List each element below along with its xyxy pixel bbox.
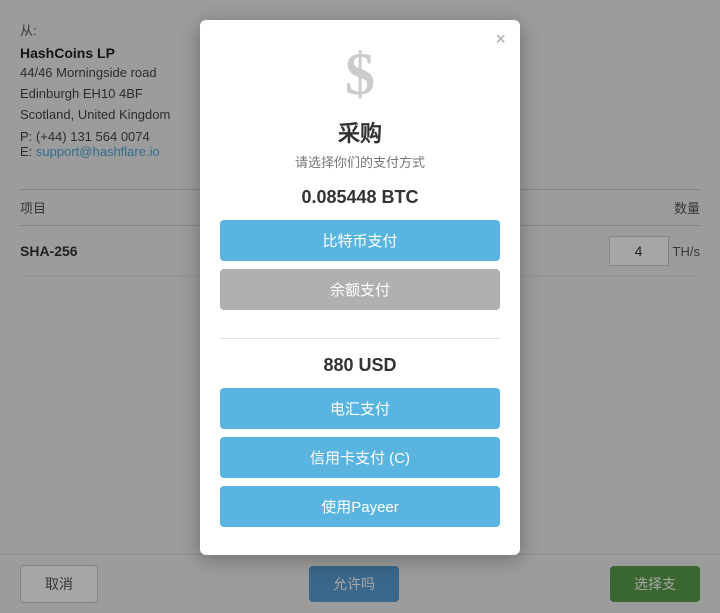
wire-pay-button[interactable]: 电汇支付 [220,388,500,429]
modal-icon-area: $ [200,20,520,108]
usd-section: 880 USD 电汇支付 信用卡支付 (C) 使用Payeer [200,355,520,555]
dollar-icon: $ [200,44,520,104]
card-pay-button[interactable]: 信用卡支付 (C) [220,437,500,478]
modal-overlay: × $ 采购 请选择你们的支付方式 0.085448 BTC 比特币支付 余额支… [0,0,720,613]
payeer-pay-button[interactable]: 使用Payeer [220,486,500,527]
bitcoin-pay-button[interactable]: 比特币支付 [220,220,500,261]
balance-pay-button[interactable]: 余额支付 [220,269,500,310]
btc-section: 0.085448 BTC 比特币支付 余额支付 [200,187,520,334]
modal-close-button[interactable]: × [495,30,506,48]
payment-modal: × $ 采购 请选择你们的支付方式 0.085448 BTC 比特币支付 余额支… [200,20,520,555]
modal-title: 采购 [200,116,520,148]
usd-amount: 880 USD [220,355,500,376]
btc-amount: 0.085448 BTC [220,187,500,208]
section-divider [220,338,500,339]
modal-subtitle: 请选择你们的支付方式 [200,152,520,171]
